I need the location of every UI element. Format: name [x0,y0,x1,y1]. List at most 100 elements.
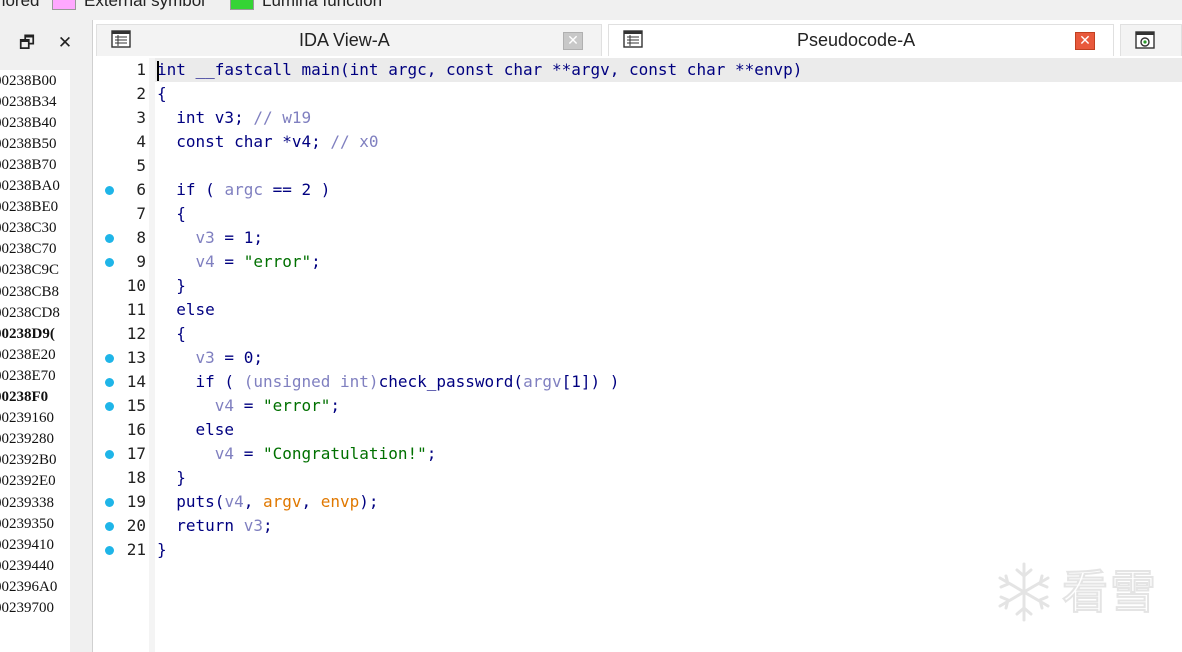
code-line[interactable]: 21} [93,538,1182,562]
breakpoint-dot-icon[interactable] [105,186,114,195]
code-token-kw: = [234,396,263,415]
code-line[interactable]: 19 puts(v4, argv, envp); [93,490,1182,514]
breakpoint-dot-icon[interactable] [105,378,114,387]
code-token-kw: , [301,492,321,511]
code-line[interactable]: 20 return v3; [93,514,1182,538]
function-address-item[interactable]: 00238BE0 [0,197,70,218]
code-token-kw [157,444,215,463]
code-token-str: "Congratulation!" [262,444,427,463]
code-line[interactable]: 18 } [93,466,1182,490]
code-token-arg: argv [262,492,302,511]
code-token-str: "error" [262,396,331,415]
function-address-item[interactable]: 00238C9C [0,260,70,281]
code-line[interactable]: 17 v4 = "Congratulation!"; [93,442,1182,466]
line-number: 4 [136,132,146,151]
line-number: 2 [136,84,146,103]
function-address-item[interactable]: 00238D9( [0,324,70,345]
code-line[interactable]: 16 else [93,418,1182,442]
code-line[interactable]: 11 else [93,298,1182,322]
function-address-item[interactable]: 002392E0 [0,471,70,492]
function-address-item[interactable]: 00238CD8 [0,303,70,324]
breakpoint-dot-icon[interactable] [105,522,114,531]
breakpoint-dot-icon[interactable] [105,546,114,555]
breakpoint-dot-icon[interactable] [105,258,114,267]
code-line[interactable]: 2{ [93,82,1182,106]
code-token-kw: , [243,492,263,511]
function-address-item[interactable]: 00238B50 [0,134,70,155]
function-address-item[interactable]: 00239160 [0,408,70,429]
function-address-item[interactable]: 00239350 [0,514,70,535]
code-text: v3 = 1; [157,226,263,250]
code-token-var: v4 [195,252,215,271]
close-icon[interactable]: ✕ [54,32,76,54]
legend-swatch-lumina [230,0,254,10]
function-address-item[interactable]: 00238C70 [0,239,70,260]
code-line[interactable]: 6 if ( argc == 2 ) [93,178,1182,202]
code-line[interactable]: 7 { [93,202,1182,226]
function-address-item[interactable]: 00238B40 [0,113,70,134]
function-address-item[interactable]: 00238E20 [0,345,70,366]
code-text: return v3; [157,514,272,538]
code-text: { [157,202,186,226]
function-address-item[interactable]: 00239440 [0,556,70,577]
function-address-item[interactable]: 00239338 [0,493,70,514]
function-address-item[interactable]: 00238B34 [0,92,70,113]
code-token-var: v3 [195,228,215,247]
code-token-arg: envp [320,492,360,511]
breakpoint-dot-icon[interactable] [105,402,114,411]
code-token-kw: else [157,420,235,439]
function-address-item[interactable]: 00238C30 [0,218,70,239]
close-tab-icon[interactable]: ✕ [563,32,583,50]
code-token-kw: = [214,252,244,271]
function-address-item[interactable]: 00239280 [0,429,70,450]
line-number: 6 [136,180,146,199]
tab-ida-view[interactable]: IDA View-A ✕ [96,24,602,56]
code-text: } [157,538,167,562]
function-address-item[interactable]: 00238B70 [0,155,70,176]
code-line[interactable]: 3 int v3; // w19 [93,106,1182,130]
watermark-text: 看雪 [1061,564,1158,620]
close-tab-icon[interactable]: ✕ [1075,32,1095,50]
breakpoint-dot-icon[interactable] [105,234,114,243]
code-token-kw: ; [426,444,437,463]
code-line[interactable]: 14 if ( (unsigned int)check_password(arg… [93,370,1182,394]
function-address-item[interactable]: 00238CB8 [0,282,70,303]
code-line[interactable]: 5 [93,154,1182,178]
breakpoint-dot-icon[interactable] [105,354,114,363]
code-token-str: "error" [243,252,312,271]
code-line[interactable]: 12 { [93,322,1182,346]
code-token-kw: ( [513,372,524,391]
code-token-kw [157,252,196,271]
code-line[interactable]: 13 v3 = 0; [93,346,1182,370]
code-line[interactable]: 15 v4 = "error"; [93,394,1182,418]
function-address-item[interactable]: 00239700 [0,598,70,619]
code-token-var: argc [224,180,263,199]
code-line[interactable]: 4 const char *v4; // x0 [93,130,1182,154]
code-line[interactable]: 10 } [93,274,1182,298]
code-line[interactable]: 9 v4 = "error"; [93,250,1182,274]
function-address-item[interactable]: 00238B00 [0,71,70,92]
line-number: 9 [136,252,146,271]
code-token-kw: else [157,300,215,319]
line-number: 14 [126,372,146,391]
function-address-item[interactable]: 00238BA0 [0,176,70,197]
breakpoint-dot-icon[interactable] [105,498,114,507]
tab-hex-view[interactable] [1120,24,1182,56]
function-address-item[interactable]: 002392B0 [0,450,70,471]
function-address-list[interactable]: 00238B00 00238B34 00238B40 00238B50 00238B70… [0,70,70,652]
code-line[interactable]: 8 v3 = 1; [93,226,1182,250]
code-text: } [157,274,186,298]
restore-icon[interactable]: 🗗 [16,32,38,54]
vertical-scrollbar[interactable] [70,70,92,652]
function-address-item[interactable]: 00238E70 [0,366,70,387]
function-address-item[interactable]: 002396A0 [0,577,70,598]
code-line[interactable]: 1 int __fastcall main(int argc, const cha… [93,58,1182,82]
code-token-var: v3 [243,516,263,535]
function-address-item[interactable]: 00238F0 [0,387,70,408]
function-address-item[interactable]: 00239410 [0,535,70,556]
line-number: 1 [136,60,146,79]
code-token-kw: int v3; [157,108,254,127]
breakpoint-dot-icon[interactable] [105,450,114,459]
code-token-kw: return [157,516,244,535]
tab-pseudocode[interactable]: Pseudocode-A ✕ [608,24,1114,56]
